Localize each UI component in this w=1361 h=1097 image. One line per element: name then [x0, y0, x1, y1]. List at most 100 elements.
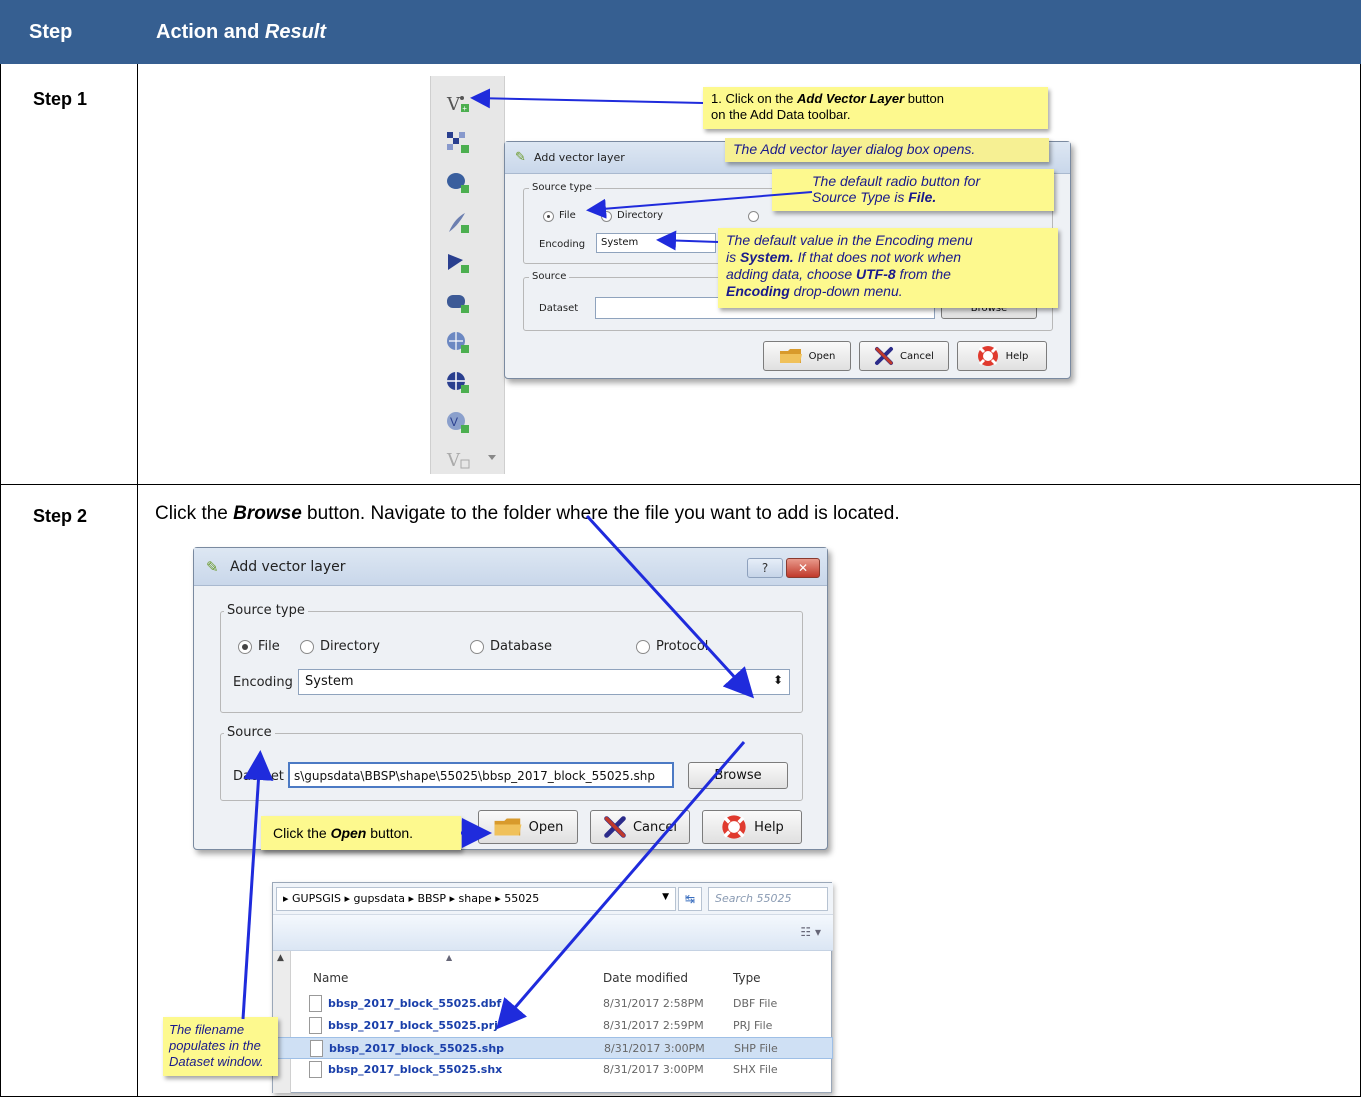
- instruction-table: Step Action and Result Step 1 V + V V ✎ A…: [0, 0, 1361, 1097]
- file-row[interactable]: bbsp_2017_block_55025.shx 8/31/2017 3:00…: [273, 1059, 833, 1081]
- radio-database[interactable]: [748, 211, 759, 222]
- view-options-icon[interactable]: ☷ ▾: [800, 925, 821, 939]
- callout-default-radio: The default radio button for Source Type…: [772, 169, 1054, 211]
- radio-file[interactable]: [543, 211, 554, 222]
- refresh-button[interactable]: ↹: [678, 887, 702, 911]
- qgis-icon: ✎: [206, 558, 219, 576]
- breadcrumb-chevron-icon: ▸: [283, 892, 293, 905]
- callout-open-bold: Open: [330, 825, 367, 841]
- callout1-line2: on the Add Data toolbar.: [711, 107, 851, 122]
- sort-up-icon: ▲: [446, 953, 453, 962]
- encoding-select[interactable]: System ⬍: [298, 669, 790, 695]
- open-button[interactable]: Open: [763, 341, 851, 371]
- dropdown-arrow-icon[interactable]: [487, 454, 497, 462]
- help-title-button[interactable]: ?: [747, 558, 783, 578]
- radio-directory[interactable]: [601, 211, 612, 222]
- radio-directory[interactable]: [300, 640, 314, 654]
- column-header: Name ▲ Date modified Type: [291, 951, 832, 991]
- file-icon: [309, 1017, 322, 1034]
- file-row-selected[interactable]: bbsp_2017_block_55025.shp 8/31/2017 3:00…: [273, 1037, 833, 1059]
- add-wms-layer-icon[interactable]: [445, 330, 471, 356]
- help-button[interactable]: Help: [957, 341, 1047, 371]
- file-row[interactable]: bbsp_2017_block_55025.dbf 8/31/2017 2:58…: [273, 993, 833, 1015]
- dialog-title: Add vector layer: [230, 559, 346, 575]
- callout-filename-l1: The filename: [169, 1022, 245, 1037]
- cancel-label: Cancel: [900, 350, 934, 362]
- open-button[interactable]: Open: [478, 810, 578, 844]
- file-icon: [310, 1040, 323, 1057]
- radio-directory-label: Directory: [617, 210, 664, 221]
- encoding-select[interactable]: System: [596, 233, 716, 253]
- help-label: Help: [1005, 350, 1029, 362]
- radio-protocol[interactable]: [636, 640, 650, 654]
- qgis-icon: ✎: [515, 150, 526, 165]
- source-label: Source: [529, 271, 570, 282]
- add-oracle-layer-icon[interactable]: [445, 290, 471, 316]
- close-button[interactable]: ✕: [786, 558, 820, 578]
- callout1-bold: Add Vector Layer: [797, 91, 905, 106]
- callout-click-open: Click the Open button.: [261, 816, 461, 850]
- header-action-italic: Result: [264, 21, 327, 43]
- cancel-x-icon: [604, 816, 626, 838]
- source-type-label: Source type: [529, 182, 595, 193]
- file-date: 8/31/2017 2:59PM: [603, 1019, 704, 1032]
- add-wfs-layer-icon[interactable]: V: [445, 410, 471, 436]
- col-type[interactable]: Type: [733, 971, 761, 985]
- chevron-down-icon[interactable]: ▼: [662, 892, 669, 902]
- dialog-title-bar: ✎ Add vector layer ? ✕: [194, 548, 827, 586]
- new-vector-layer-icon[interactable]: V: [445, 446, 471, 472]
- radio-file-label: File: [559, 210, 576, 221]
- source-label: Source: [224, 725, 275, 740]
- step2-label: Step 2: [33, 506, 88, 526]
- add-spatialite-layer-icon[interactable]: [445, 210, 471, 236]
- dialog-title: Add vector layer: [534, 151, 625, 164]
- col-name[interactable]: Name: [313, 971, 348, 985]
- dataset-label: Dataset: [233, 769, 284, 784]
- crumb-bbsp[interactable]: BBSP: [417, 892, 446, 905]
- callout-encoding: The default value in the Encoding menu i…: [718, 228, 1058, 308]
- cancel-button[interactable]: Cancel: [859, 341, 949, 371]
- radio-database-label: Database: [490, 639, 553, 654]
- radio-database[interactable]: [470, 640, 484, 654]
- crumb-shape[interactable]: shape: [459, 892, 492, 905]
- folder-icon: [494, 818, 522, 836]
- crumb-gupsdata[interactable]: gupsdata: [354, 892, 405, 905]
- add-raster-layer-icon[interactable]: [445, 130, 471, 156]
- callout4-line1: The default value in the Encoding menu: [726, 232, 973, 248]
- add-mssql-layer-icon[interactable]: [445, 250, 471, 276]
- dataset-input[interactable]: s\gupsdata\BBSP\shape\55025\bbsp_2017_bl…: [288, 762, 674, 788]
- callout3-bold: File.: [908, 189, 937, 205]
- col-date[interactable]: Date modified: [603, 971, 688, 985]
- search-input[interactable]: Search 55025: [708, 887, 828, 911]
- callout1-prefix: 1. Click on the: [711, 91, 797, 106]
- arrow-to-toolbar-icon: [470, 88, 704, 109]
- step2-add-vector-dialog: ✎ Add vector layer ? ✕ Source type File …: [193, 547, 828, 850]
- browse-button[interactable]: Browse: [688, 762, 788, 789]
- instr-suffix: button. Navigate to the folder where the…: [301, 503, 900, 524]
- add-postgis-layer-icon[interactable]: [445, 170, 471, 196]
- add-wcs-layer-icon[interactable]: [445, 370, 471, 396]
- callout1-suffix: button: [904, 91, 944, 106]
- callout4-l3-bold: UTF-8: [856, 266, 896, 282]
- add-vector-layer-icon[interactable]: V +: [445, 90, 471, 116]
- file-type: DBF File: [733, 997, 778, 1010]
- cancel-x-icon: [875, 347, 894, 365]
- crumb-55025[interactable]: 55025: [504, 892, 539, 905]
- breadcrumb[interactable]: ▸ GUPSGIS ▸ gupsdata ▸ BBSP ▸ shape ▸ 55…: [276, 887, 676, 911]
- instr-prefix: Click the: [155, 503, 234, 524]
- encoding-value: System: [601, 237, 639, 248]
- callout-dialog-opens: The Add vector layer dialog box opens.: [725, 138, 1049, 162]
- breadcrumb-chevron-icon: ▸: [445, 892, 459, 905]
- callout3-line1: The default radio button for: [812, 173, 981, 189]
- cancel-button[interactable]: Cancel: [590, 810, 690, 844]
- file-row[interactable]: bbsp_2017_block_55025.prj 8/31/2017 2:59…: [273, 1015, 833, 1037]
- callout-open-suffix: button.: [366, 825, 414, 841]
- file-date: 8/31/2017 2:58PM: [603, 997, 704, 1010]
- scroll-up-icon[interactable]: ▲: [277, 953, 284, 963]
- encoding-label: Encoding: [233, 675, 293, 690]
- callout4-l3-suffix: from the: [895, 266, 951, 282]
- help-button[interactable]: Help: [702, 810, 802, 844]
- radio-file[interactable]: [238, 640, 252, 654]
- crumb-gupsgis[interactable]: GUPSGIS: [292, 892, 341, 905]
- callout4-l2-bold: System.: [740, 249, 794, 265]
